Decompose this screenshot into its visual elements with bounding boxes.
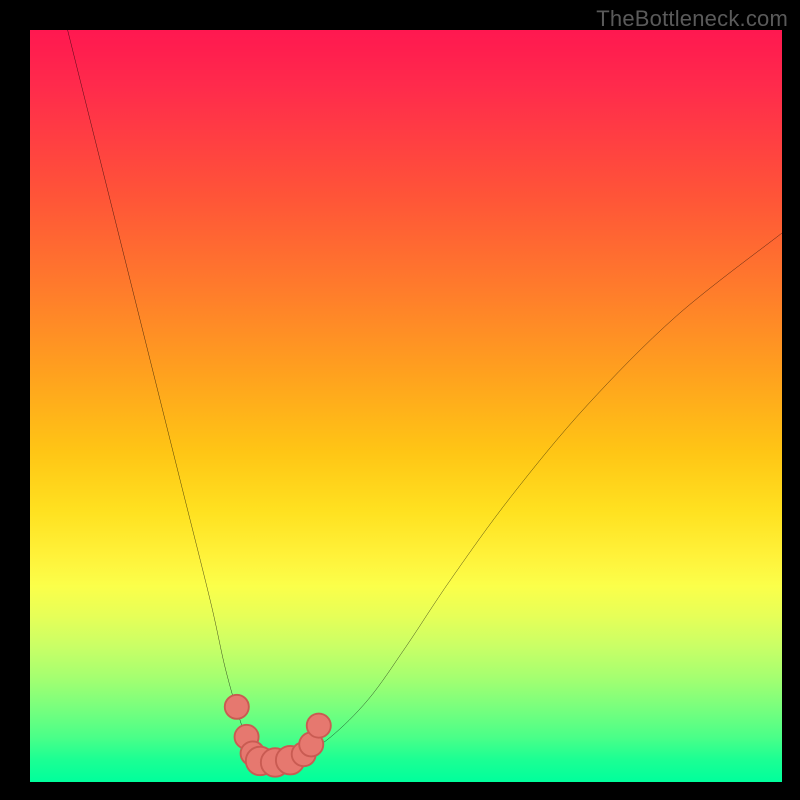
curve-marker [307,714,331,738]
chart-svg [30,30,782,782]
watermark-text: TheBottleneck.com [596,6,788,32]
curve-marker [225,695,249,719]
plot-area [30,30,782,782]
curve-markers [225,695,331,777]
chart-frame: TheBottleneck.com [0,0,800,800]
bottleneck-curve [68,30,782,764]
